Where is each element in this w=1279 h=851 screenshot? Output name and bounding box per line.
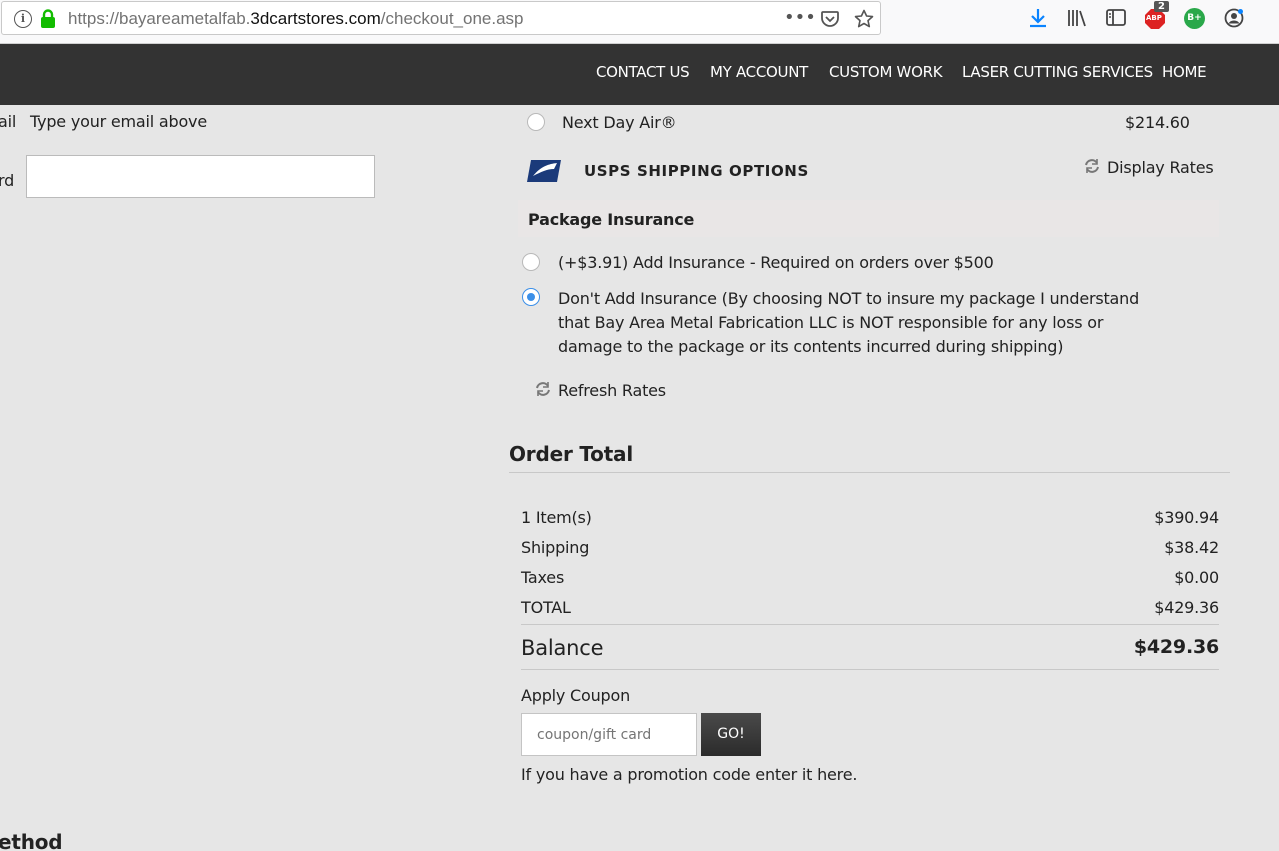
balance-bottom-divider (521, 669, 1219, 670)
password-label: rd (0, 171, 15, 190)
display-rates-refresh-icon[interactable] (1083, 157, 1101, 175)
insurance-header: Package Insurance (518, 200, 1219, 237)
password-input[interactable] (26, 155, 375, 198)
display-rates-link[interactable]: Display Rates (1107, 158, 1214, 177)
nav-contact-us[interactable]: CONTACT US (596, 63, 690, 81)
coupon-go-button[interactable]: GO! (701, 713, 761, 756)
next-day-air-price: $214.60 (1125, 113, 1190, 132)
adblock-badge: 2 (1154, 1, 1169, 12)
nav-laser-cutting[interactable]: LASER CUTTING SERVICES (962, 63, 1153, 81)
browser-toolbar: i https://bayareametalfab.3dcartstores.c… (0, 0, 1279, 44)
info-icon[interactable]: i (14, 10, 32, 28)
pocket-icon[interactable] (820, 9, 840, 29)
coupon-label: Apply Coupon (521, 686, 631, 705)
refresh-rates-icon[interactable] (534, 380, 552, 398)
lock-icon (41, 9, 55, 28)
taxes-value: $0.00 (1174, 568, 1219, 587)
account-icon[interactable] (1223, 7, 1245, 29)
total-label: TOTAL (521, 598, 571, 617)
shipping-label: Shipping (521, 538, 590, 557)
balance-top-divider (521, 624, 1219, 625)
no-insurance-line-3: damage to the package or its contents in… (558, 337, 1064, 356)
next-day-air-label: Next Day Air® (562, 113, 677, 132)
download-icon[interactable] (1027, 7, 1049, 29)
url-text: https://bayareametalfab.3dcartstores.com… (68, 9, 524, 28)
add-insurance-radio[interactable] (522, 253, 540, 271)
add-insurance-label: (+$3.91) Add Insurance - Required on ord… (558, 253, 994, 272)
coupon-hint: If you have a promotion code enter it he… (521, 765, 858, 784)
adblock-icon[interactable]: ABP 2 (1144, 1, 1169, 31)
email-label: ail (0, 112, 17, 131)
refresh-rates-link[interactable]: Refresh Rates (558, 381, 666, 400)
items-label: 1 Item(s) (521, 508, 592, 527)
total-value: $429.36 (1154, 598, 1219, 617)
email-hint: Type your email above (30, 112, 207, 131)
usps-eagle-icon (527, 160, 561, 182)
sidebar-icon[interactable] (1105, 7, 1127, 29)
adblock-label: ABP (1146, 14, 1162, 22)
order-total-divider (509, 472, 1230, 473)
no-insurance-radio[interactable] (522, 288, 540, 306)
taxes-label: Taxes (521, 568, 565, 587)
no-insurance-line-1: Don't Add Insurance (By choosing NOT to … (558, 289, 1140, 308)
nav-my-account[interactable]: MY ACCOUNT (710, 63, 808, 81)
usps-title: USPS SHIPPING OPTIONS (584, 162, 809, 180)
no-insurance-line-2: that Bay Area Metal Fabrication LLC is N… (558, 313, 1104, 332)
order-total-heading: Order Total (509, 442, 634, 466)
items-value: $390.94 (1154, 508, 1219, 527)
bplus-extension-icon[interactable]: B+ (1184, 8, 1205, 29)
page-actions-icon[interactable]: ••• (784, 7, 816, 28)
balance-label: Balance (521, 636, 604, 660)
balance-value: $429.36 (1133, 636, 1219, 658)
shipping-value: $38.42 (1164, 538, 1219, 557)
bookmark-star-icon[interactable] (854, 9, 874, 29)
insurance-heading: Package Insurance (528, 210, 695, 229)
next-day-air-radio[interactable] (527, 113, 545, 131)
coupon-input[interactable] (521, 713, 697, 756)
payment-method-heading: ethod (0, 830, 63, 851)
library-icon[interactable] (1066, 7, 1088, 29)
nav-custom-work[interactable]: CUSTOM WORK (829, 63, 943, 81)
url-bar[interactable]: i https://bayareametalfab.3dcartstores.c… (1, 1, 881, 35)
nav-home[interactable]: HOME (1162, 63, 1207, 81)
site-nav: CONTACT US MY ACCOUNT CUSTOM WORK LASER … (0, 44, 1279, 105)
